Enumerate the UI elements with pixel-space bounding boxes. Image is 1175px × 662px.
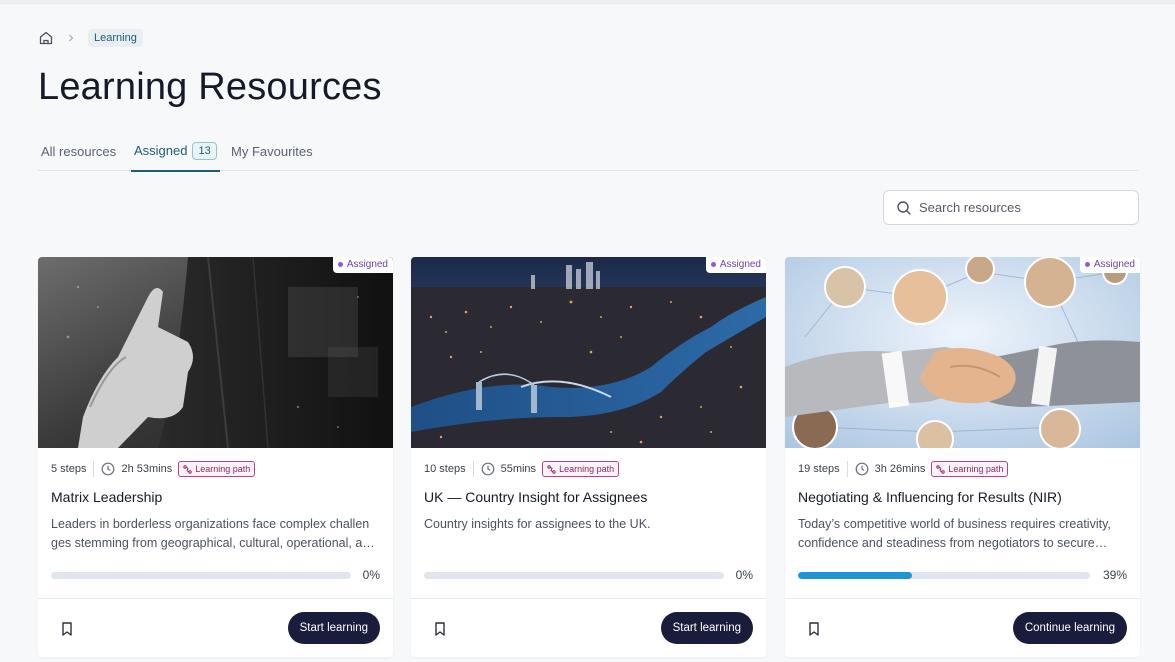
clock-icon — [855, 462, 869, 476]
search-box — [883, 190, 1139, 225]
bookmark-icon[interactable] — [433, 621, 447, 637]
start-learning-button[interactable]: Start learning — [287, 612, 380, 644]
progress-bar — [798, 572, 1090, 579]
meta-divider — [472, 461, 474, 477]
learning-path-badge: Learning path — [931, 461, 1009, 477]
chevron-right-icon — [66, 33, 76, 43]
assigned-badge-label: Assigned — [1093, 259, 1135, 270]
card-description: Country insights for assignees to the UK… — [424, 517, 651, 531]
route-icon — [547, 464, 556, 474]
status-dot-icon — [337, 262, 343, 267]
steps-count: 5 steps — [51, 463, 87, 475]
meta-divider — [846, 461, 848, 477]
progress-fill — [798, 572, 912, 579]
start-learning-button[interactable]: Start learning — [660, 612, 753, 644]
continue-learning-button[interactable]: Continue learning — [1012, 612, 1127, 644]
tab-count-badge: 13 — [192, 141, 217, 160]
page-title: Learning Resources — [38, 66, 382, 108]
tab-label: Assigned — [134, 143, 188, 158]
assigned-badge-label: Assigned — [346, 259, 388, 270]
search-icon — [896, 200, 912, 216]
card-footer: Start learning — [411, 598, 766, 657]
card-image-business-handshake — [785, 257, 1140, 448]
duration: 3h 26mins — [874, 463, 926, 475]
card-description: Today’s competitive world of business re… — [798, 517, 1111, 550]
duration: 2h 53mins — [121, 463, 173, 475]
card-footer: Continue learning — [785, 598, 1140, 657]
learning-path-badge: Learning path — [542, 461, 620, 477]
progress-percent: 0% — [735, 568, 753, 582]
resource-card-matrix-leadership[interactable]: Assigned 5 steps 2h 53mins Learning path… — [38, 257, 393, 657]
breadcrumb-current[interactable]: Learning — [88, 29, 143, 47]
resource-card-uk-country-insight[interactable]: Assigned 10 steps 55mins Learning path U… — [411, 257, 766, 657]
card-description: Leaders in borderless organizations face… — [51, 517, 377, 550]
card-title[interactable]: Negotiating & Influencing for Results (N… — [798, 489, 1062, 505]
status-dot-icon — [1084, 262, 1090, 267]
progress-bar — [424, 572, 724, 579]
status-dot-icon — [710, 262, 716, 267]
resource-card-negotiating-influencing[interactable]: Assigned 19 steps 3h 26mins Learning pat… — [785, 257, 1140, 657]
card-title[interactable]: Matrix Leadership — [51, 489, 162, 505]
card-image-london-night — [411, 257, 766, 448]
clock-icon — [481, 462, 495, 476]
breadcrumb: Learning — [38, 29, 143, 47]
card-meta: 10 steps 55mins Learning path — [424, 460, 620, 478]
card-footer: Start learning — [38, 598, 393, 657]
assigned-badge-label: Assigned — [719, 259, 761, 270]
progress-bar — [51, 572, 351, 579]
route-icon — [183, 464, 192, 474]
steps-count: 10 steps — [424, 463, 466, 475]
card-meta: 19 steps 3h 26mins Learning path — [798, 460, 1009, 478]
card-title[interactable]: UK — Country Insight for Assignees — [424, 489, 647, 505]
tab-my-favourites[interactable]: My Favourites — [228, 131, 316, 171]
clock-icon — [101, 462, 115, 476]
meta-divider — [93, 461, 95, 477]
bookmark-icon[interactable] — [807, 621, 821, 637]
learning-path-label: Learning path — [948, 464, 1004, 474]
assigned-badge: Assigned — [1079, 257, 1140, 273]
card-image-handshake-offer — [38, 257, 393, 448]
bookmark-icon[interactable] — [60, 621, 74, 637]
tab-all-resources[interactable]: All resources — [38, 131, 119, 171]
assigned-badge: Assigned — [705, 257, 766, 273]
home-icon[interactable] — [38, 30, 54, 46]
learning-path-label: Learning path — [559, 464, 615, 474]
top-divider — [0, 0, 1175, 4]
progress-percent: 39% — [1102, 568, 1127, 582]
progress-percent: 0% — [362, 568, 380, 582]
learning-path-badge: Learning path — [178, 461, 256, 477]
tab-label: My Favourites — [231, 143, 313, 159]
tab-bar: All resources Assigned 13 My Favourites — [38, 131, 1139, 172]
duration: 55mins — [500, 463, 537, 475]
route-icon — [936, 464, 946, 474]
assigned-badge: Assigned — [332, 257, 393, 273]
steps-count: 19 steps — [798, 463, 840, 475]
search-input[interactable] — [919, 200, 1129, 215]
card-meta: 5 steps 2h 53mins Learning path — [51, 460, 256, 478]
tab-assigned[interactable]: Assigned 13 — [131, 131, 220, 172]
tab-label: All resources — [41, 143, 117, 159]
learning-path-label: Learning path — [195, 464, 251, 474]
